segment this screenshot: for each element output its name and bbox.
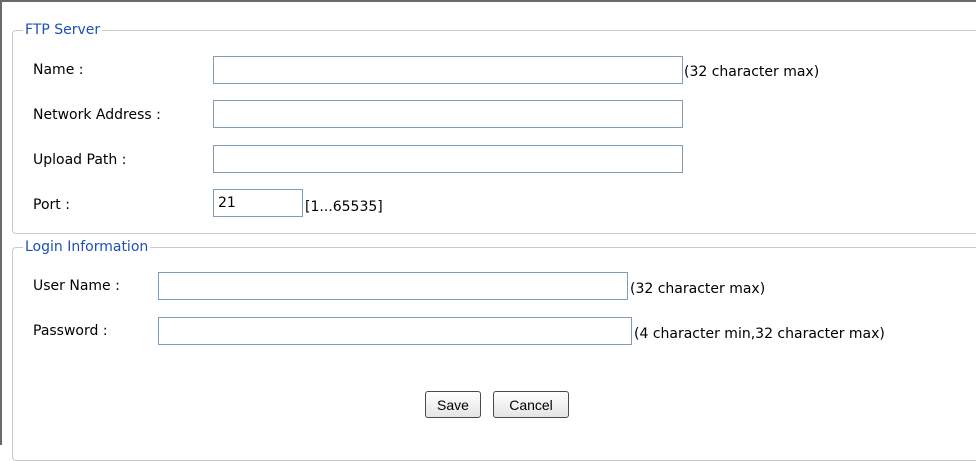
user-name-hint: (32 character max): [630, 281, 766, 297]
network-address-input[interactable]: [213, 100, 683, 128]
network-address-label: Network Address :: [33, 107, 161, 123]
upload-path-input[interactable]: [213, 145, 683, 173]
user-name-input[interactable]: [158, 272, 628, 300]
save-button[interactable]: Save: [425, 391, 481, 418]
port-label: Port :: [33, 197, 70, 213]
login-information-legend: Login Information: [25, 239, 149, 255]
name-hint: (32 character max): [684, 64, 820, 80]
password-label: Password :: [33, 323, 108, 339]
user-name-label: User Name :: [33, 278, 120, 294]
name-label: Name :: [33, 62, 84, 78]
password-hint: (4 character min,32 character max): [634, 326, 885, 342]
name-input[interactable]: [213, 56, 683, 84]
ftp-server-legend: FTP Server: [25, 22, 101, 38]
ftp-server-group: FTP Server: [12, 22, 976, 234]
port-input[interactable]: [213, 189, 303, 217]
password-input[interactable]: [158, 317, 632, 345]
cancel-button[interactable]: Cancel: [493, 391, 569, 418]
port-range-hint: [1...65535]: [305, 199, 383, 215]
upload-path-label: Upload Path :: [33, 152, 127, 168]
